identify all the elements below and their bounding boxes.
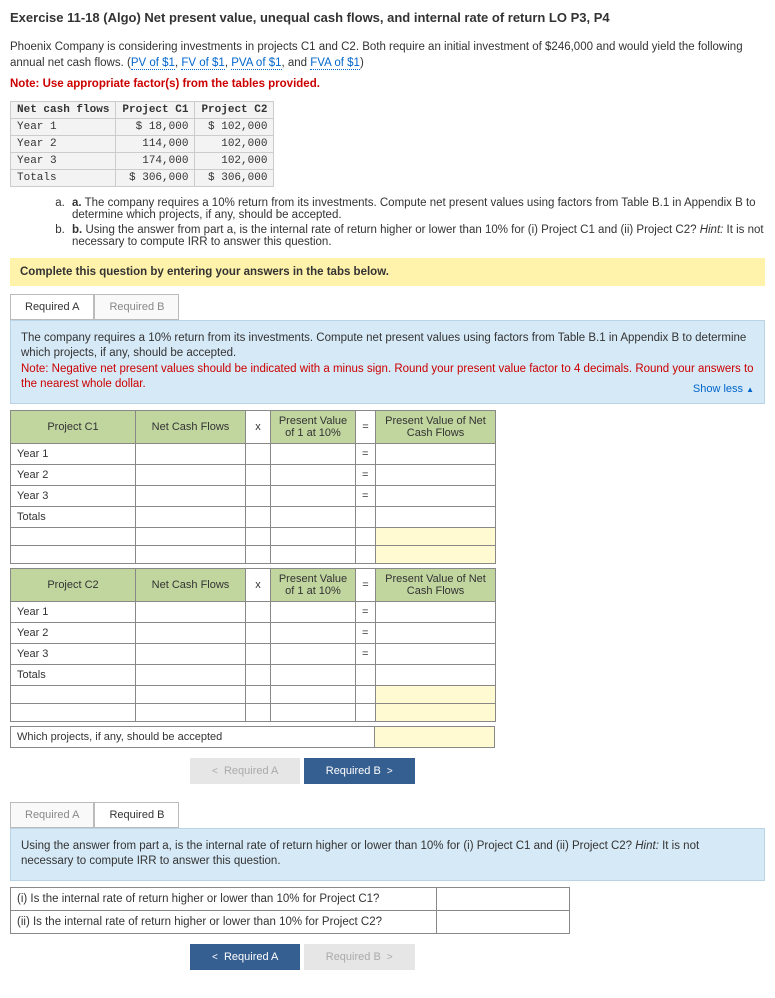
input-cell[interactable] <box>271 464 356 485</box>
accept-answer-cell[interactable] <box>375 726 495 747</box>
header-project-c1: Project C1 <box>11 410 136 443</box>
instructions-box-b: Using the answer from part a, is the int… <box>10 828 765 881</box>
input-cell[interactable] <box>271 443 356 464</box>
input-cell[interactable] <box>136 643 246 664</box>
input-cell[interactable] <box>136 664 246 685</box>
answer-b-ii[interactable] <box>437 910 570 933</box>
intro-text: Phoenix Company is considering investmen… <box>10 40 765 71</box>
link-fv[interactable]: FV of $1 <box>181 57 224 70</box>
link-pv[interactable]: PV of $1 <box>131 57 175 70</box>
question-a: a. The company requires a 10% return fro… <box>68 197 765 221</box>
link-pva[interactable]: PVA of $1 <box>231 57 281 70</box>
input-cell[interactable] <box>136 506 246 527</box>
input-cell[interactable] <box>376 622 496 643</box>
header-project-c2: Project C2 <box>11 568 136 601</box>
input-cell[interactable] <box>11 545 136 563</box>
prev-button-a: < Required A <box>190 758 300 784</box>
input-cell[interactable] <box>376 601 496 622</box>
input-cell[interactable] <box>271 622 356 643</box>
worksheet-c2: Project C2 Net Cash Flows x Present Valu… <box>10 568 496 722</box>
result-cell[interactable] <box>376 527 496 545</box>
cash-flow-table: Net cash flowsProject C1Project C2 Year … <box>10 101 274 187</box>
instructions-box-a: The company requires a 10% return from i… <box>10 320 765 404</box>
chevron-right-icon: > <box>387 952 393 963</box>
input-cell[interactable] <box>11 685 136 703</box>
next-button-b: Required B > <box>304 944 415 970</box>
accept-row: Which projects, if any, should be accept… <box>10 726 495 748</box>
tab-required-b[interactable]: Required B <box>94 294 179 320</box>
result-cell[interactable] <box>376 545 496 563</box>
tabstrip-b: Required A Required B <box>10 802 765 828</box>
questions-table-b: (i) Is the internal rate of return highe… <box>10 887 570 934</box>
tab-required-b-2[interactable]: Required B <box>94 802 179 828</box>
question-b-ii: (ii) Is the internal rate of return high… <box>11 910 437 933</box>
tabstrip-a: Required A Required B <box>10 294 765 320</box>
input-cell[interactable] <box>271 601 356 622</box>
page-title: Exercise 11-18 (Algo) Net present value,… <box>10 10 765 25</box>
input-cell[interactable] <box>271 485 356 506</box>
tab-required-a[interactable]: Required A <box>10 294 94 320</box>
input-cell[interactable] <box>136 443 246 464</box>
answer-b-i[interactable] <box>437 887 570 910</box>
input-cell[interactable] <box>11 703 136 721</box>
instruction-bar: Complete this question by entering your … <box>10 258 765 286</box>
result-cell[interactable] <box>376 685 496 703</box>
input-cell[interactable] <box>376 643 496 664</box>
result-cell[interactable] <box>376 703 496 721</box>
chevron-right-icon: > <box>387 766 393 777</box>
input-cell[interactable] <box>376 464 496 485</box>
input-cell[interactable] <box>376 443 496 464</box>
question-list: a. The company requires a 10% return fro… <box>28 197 765 248</box>
input-cell[interactable] <box>271 643 356 664</box>
input-cell[interactable] <box>376 506 496 527</box>
note-top: Note: Use appropriate factor(s) from the… <box>10 77 765 93</box>
input-cell[interactable] <box>136 601 246 622</box>
input-cell[interactable] <box>136 485 246 506</box>
chevron-left-icon: < <box>212 766 218 777</box>
show-less-link[interactable]: Show less ▲ <box>693 382 754 397</box>
question-b-i: (i) Is the internal rate of return highe… <box>11 887 437 910</box>
input-cell[interactable] <box>376 485 496 506</box>
input-cell[interactable] <box>11 527 136 545</box>
input-cell[interactable] <box>136 464 246 485</box>
question-b: b. Using the answer from part a, is the … <box>68 224 765 248</box>
tab-required-a-2[interactable]: Required A <box>10 802 94 828</box>
input-cell[interactable] <box>136 622 246 643</box>
chevron-left-icon: < <box>212 952 218 963</box>
chevron-up-icon: ▲ <box>746 385 754 394</box>
next-button-a[interactable]: Required B > <box>304 758 415 784</box>
worksheet-c1: Project C1 Net Cash Flows x Present Valu… <box>10 410 496 564</box>
input-cell[interactable] <box>376 664 496 685</box>
link-fva[interactable]: FVA of $1 <box>310 57 360 70</box>
prev-button-b[interactable]: < Required A <box>190 944 300 970</box>
